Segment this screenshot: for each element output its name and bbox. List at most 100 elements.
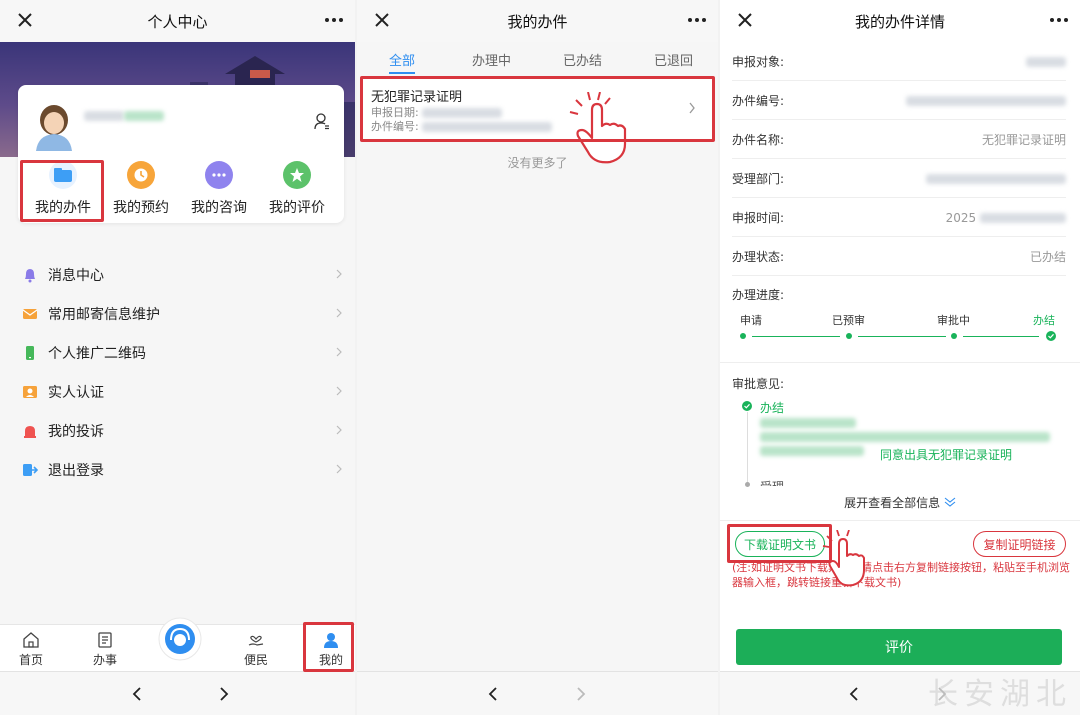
chevron-right-icon <box>689 102 695 114</box>
detail-label: 办理状态: <box>732 250 785 264</box>
chevron-right-icon <box>336 425 342 435</box>
personal-center-screen: 个人中心 我的办件 我的预约 我的咨询 我的评价 消息中心 常用邮寄信息维护 个… <box>0 0 355 715</box>
menu-item-messages[interactable]: 消息中心 <box>0 255 355 294</box>
tab-convenience[interactable]: 便民 <box>231 631 281 668</box>
back-icon[interactable] <box>842 682 866 706</box>
step-dot <box>740 333 746 339</box>
detail-row-submit-time: 申报时间: 2025 <box>732 199 1066 237</box>
quick-my-cases[interactable]: 我的办件 <box>24 161 102 217</box>
detail-value-masked <box>926 173 1066 184</box>
tab-mine[interactable]: 我的 <box>306 631 355 668</box>
check-circle-icon <box>1046 331 1056 341</box>
close-icon[interactable] <box>734 9 756 31</box>
page-title: 个人中心 <box>147 12 208 31</box>
copy-certificate-link-button[interactable]: 复制证明链接 <box>973 531 1066 557</box>
tab-label: 办事 <box>92 653 117 667</box>
avatar[interactable] <box>34 103 74 151</box>
step-line <box>963 336 1039 337</box>
detail-label: 申报对象: <box>732 55 785 69</box>
id-card-icon <box>23 385 37 398</box>
folder-icon <box>49 161 77 189</box>
browser-nav-bar <box>0 671 355 715</box>
more-icon[interactable] <box>686 9 708 31</box>
quick-my-evaluations[interactable]: 我的评价 <box>258 161 336 217</box>
step-label: 已预审 <box>832 314 865 327</box>
timeline-line <box>747 412 748 482</box>
detail-value-masked <box>906 95 1066 106</box>
top-bar: 我的办件详情 <box>720 0 1080 42</box>
detail-label: 办件编号: <box>732 94 785 108</box>
step-dot <box>846 333 852 339</box>
expand-all-link[interactable]: 展开查看全部信息 <box>720 494 1080 511</box>
opinion-status: 办结 <box>760 401 785 415</box>
quick-my-consultations[interactable]: 我的咨询 <box>180 161 258 217</box>
close-icon[interactable] <box>371 9 393 31</box>
step-line <box>858 336 946 337</box>
evaluate-button[interactable]: 评价 <box>736 629 1062 665</box>
close-icon[interactable] <box>14 9 36 31</box>
menu-item-mailing-info[interactable]: 常用邮寄信息维护 <box>0 294 355 333</box>
quick-my-appointments[interactable]: 我的预约 <box>102 161 180 217</box>
user-level-badge-masked <box>124 111 164 121</box>
case-detail-screen: 我的办件详情 申报对象: 办件编号: 办件名称: 无犯罪记录证明 受理部门: 申… <box>720 0 1080 715</box>
top-bar: 个人中心 <box>0 0 355 42</box>
profile-card: 我的办件 我的预约 我的咨询 我的评价 <box>18 85 344 223</box>
back-icon[interactable] <box>481 682 505 706</box>
user-settings-icon[interactable] <box>314 113 330 131</box>
detail-label: 办件名称: <box>732 133 785 147</box>
tab-home[interactable]: 首页 <box>6 631 56 668</box>
chevron-right-icon <box>336 464 342 474</box>
detail-row-case-number: 办件编号: <box>732 82 1066 120</box>
chat-icon <box>205 161 233 189</box>
detail-value: 已办结 <box>1029 250 1066 264</box>
tab-returned[interactable]: 已退回 <box>654 50 693 69</box>
tab-services[interactable]: 办事 <box>80 631 130 668</box>
progress-label: 办理进度: <box>732 288 785 302</box>
browser-nav-bar: 长安湖北 <box>720 671 1080 715</box>
menu-item-complaints[interactable]: 我的投诉 <box>0 411 355 450</box>
page-title: 我的办件详情 <box>854 12 945 31</box>
quick-label: 我的评价 <box>269 200 325 216</box>
step-line <box>752 336 840 337</box>
tab-all[interactable]: 全部 <box>389 50 415 69</box>
customer-service-icon[interactable] <box>158 617 202 661</box>
forward-icon[interactable] <box>212 682 236 706</box>
tab-completed[interactable]: 已办结 <box>563 50 602 69</box>
watermark-text: 长安湖北 <box>928 677 1072 712</box>
pointing-hand-icon <box>822 530 865 587</box>
step-label: 审批中 <box>937 314 970 327</box>
browser-nav-bar <box>357 671 718 715</box>
menu-label: 消息中心 <box>48 267 104 284</box>
chevron-right-icon <box>336 386 342 396</box>
menu-label: 我的投诉 <box>48 423 104 440</box>
top-bar: 我的办件 <box>357 0 718 42</box>
case-list-item[interactable]: 无犯罪记录证明 申报日期: 办件编号: <box>361 78 714 140</box>
menu-item-qr-code[interactable]: 个人推广二维码 <box>0 333 355 372</box>
home-icon <box>23 632 39 648</box>
bottom-tab-bar: 首页 办事 便民 我的 <box>0 617 355 671</box>
download-certificate-button[interactable]: 下载证明文书 <box>735 531 825 557</box>
more-icon[interactable] <box>323 9 345 31</box>
menu-label: 常用邮寄信息维护 <box>48 306 160 323</box>
forward-icon[interactable] <box>569 682 593 706</box>
detail-row-case-name: 办件名称: 无犯罪记录证明 <box>732 121 1066 159</box>
user-name-masked <box>84 111 124 121</box>
logout-icon <box>23 463 38 476</box>
opinion-label: 审批意见: <box>732 377 785 391</box>
divider <box>720 362 1080 363</box>
clock-icon <box>127 161 155 189</box>
page-title: 我的办件 <box>507 12 568 31</box>
more-icon[interactable] <box>1048 9 1070 31</box>
menu-item-real-name-auth[interactable]: 实人认证 <box>0 372 355 411</box>
back-icon[interactable] <box>125 682 149 706</box>
detail-label: 申报时间: <box>732 211 785 225</box>
no-more-text: 没有更多了 <box>507 156 568 170</box>
menu-label: 实人认证 <box>48 384 104 401</box>
my-cases-screen: 我的办件 全部 办理中 已办结 已退回 无犯罪记录证明 申报日期: 办件编号: … <box>357 0 718 715</box>
tab-in-progress[interactable]: 办理中 <box>472 50 511 69</box>
step-label: 办结 <box>1033 314 1055 327</box>
detail-label: 受理部门: <box>732 172 785 186</box>
case-number: 办件编号: <box>371 118 553 134</box>
menu-item-logout[interactable]: 退出登录 <box>0 450 355 489</box>
menu-label: 退出登录 <box>48 462 104 479</box>
